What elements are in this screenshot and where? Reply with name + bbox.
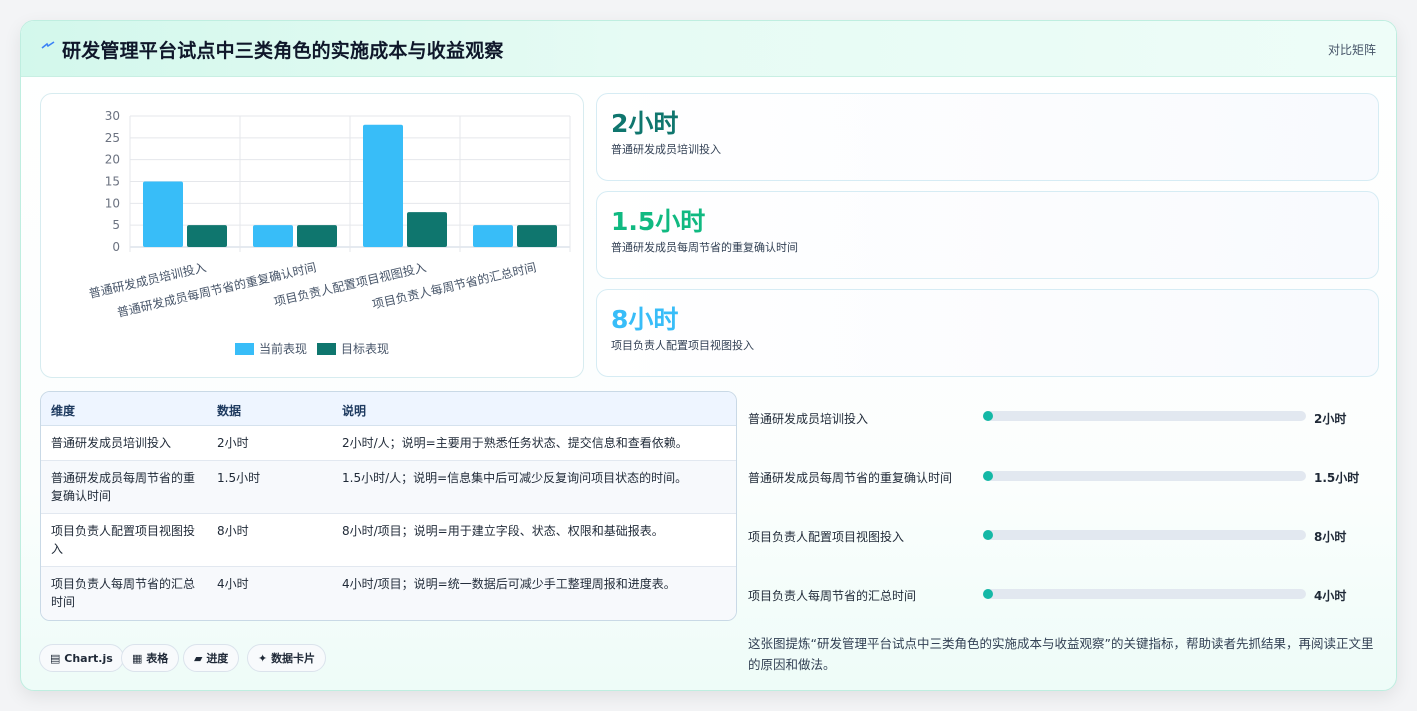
bar-target — [297, 225, 337, 247]
progress-track — [983, 471, 1306, 481]
matrix-label: 对比矩阵 — [1327, 43, 1376, 57]
progress-track — [983, 589, 1306, 599]
progress-track — [983, 530, 1306, 540]
stat-label: 普通研发成员每周节省的重复确认时间 — [611, 241, 798, 254]
column-header-note: 说明 — [342, 404, 367, 418]
progress-fill — [983, 530, 993, 540]
stat-value: 1.5小时 — [611, 207, 706, 236]
x-tick-label: 普通研发成员每周节省的重复确认时间 — [116, 259, 318, 320]
chip-table[interactable]: ▦ 表格 — [121, 644, 180, 672]
cell-dimension-line: 时间 — [51, 595, 76, 609]
column-header-data: 数据 — [217, 404, 242, 418]
progress-value: 2小时 — [1314, 412, 1347, 426]
cell-dimension-line: 入 — [51, 542, 64, 556]
progress-label: 项目负责人每周节省的汇总时间 — [748, 589, 917, 603]
summary-description: 这张图提炼“研发管理平台试点中三类角色的实施成本与收益观察”的关键指标，帮助读者… — [748, 636, 1374, 672]
chart-panel: 0 5 10 15 20 25 30 普通研发成员培训投入 普通研发成员每周节省的重复确认时间项… — [40, 93, 584, 378]
progress-fill — [983, 589, 993, 599]
progress-label: 项目负责人配置项目视图投入 — [748, 530, 905, 544]
cell-data: 2小时 — [217, 436, 249, 450]
cell-data: 1.5小时 — [217, 471, 261, 485]
cell-note: 2小时/人；说明=主要用于熟悉任务状态、提交信息和查看依赖。 — [342, 436, 688, 450]
bar-current — [473, 225, 513, 247]
cell-note: 4小时/项目；说明=统一数据后可减少手工整理周报和进度表。 — [342, 577, 676, 591]
cell-dimension-line: 普通研发成员每周节省的重 — [51, 471, 196, 485]
progress-label: 普通研发成员培训投入 — [748, 412, 869, 426]
chip-label: 进度 — [206, 652, 229, 665]
stat-card-training: 2小时 普通研发成员培训投入 — [596, 93, 1379, 181]
table-row: 项目负责人每周节省的汇总 时间 4小时 4小时/项目；说明=统一数据后可减少手工整… — [41, 567, 736, 620]
chip-label: 数据卡片 — [271, 652, 316, 665]
data-table: 维度 数据 说明 普通研发成员培训投入 2小时 2小时/人；说明=主要用于熟悉任… — [40, 391, 737, 621]
stat-card-view-config: 8小时 项目负责人配置项目视图投入 — [596, 289, 1379, 377]
stat-value: 8小时 — [611, 305, 679, 334]
cell-dimension-line: 项目负责人每周节省的汇总 — [51, 577, 196, 591]
y-tick-label: 25 — [105, 131, 120, 145]
chart-icon: ▤ — [50, 652, 61, 665]
legend-swatch — [235, 343, 254, 355]
page-title: 研发管理平台试点中三类角色的实施成本与收益观察 — [62, 40, 504, 62]
legend-label: 目标表现 — [341, 342, 389, 356]
cell-dimension: 项目负责人配置项目视图投入 — [51, 522, 195, 558]
cell-dimension-line: 复确认时间 — [51, 489, 112, 503]
stat-card-confirm-time: 1.5小时 普通研发成员每周节省的重复确认时间 — [596, 191, 1379, 279]
progress-label: 普通研发成员每周节省的重复确认时间 — [748, 471, 953, 485]
column-header-dimension: 维度 — [51, 404, 76, 418]
chip-label: 表格 — [146, 652, 169, 665]
folder-icon: ▰ — [194, 652, 203, 665]
card-header: 研发管理平台试点中三类角色的实施成本与收益观察 对比矩阵 — [21, 21, 1396, 77]
cell-dimension: 项目负责人每周节省的汇总 时间 — [51, 575, 195, 611]
dashboard-card: 研发管理平台试点中三类角色的实施成本与收益观察 对比矩阵 0 5 10 15 20 25 3… — [20, 20, 1397, 691]
y-tick-label: 30 — [105, 109, 120, 123]
progress-track — [983, 411, 1306, 421]
cell-note: 8小时/项目；说明=用于建立字段、状态、权限和基础报表。 — [342, 524, 664, 538]
sparkle-icon: ✦ — [258, 652, 268, 665]
y-tick-label: 5 — [112, 218, 120, 232]
stat-label: 项目负责人配置项目视图投入 — [611, 339, 754, 352]
lightning-icon — [41, 41, 55, 49]
table-icon: ▦ — [132, 652, 143, 665]
stat-value: 2小时 — [611, 109, 679, 138]
bar-target — [407, 212, 447, 247]
progress-value: 8小时 — [1314, 530, 1347, 544]
progress-value: 1.5小时 — [1314, 471, 1360, 485]
chip-data-cards[interactable]: ✦ 数据卡片 — [247, 644, 327, 672]
y-tick-label: 20 — [105, 153, 120, 167]
cell-note: 1.5小时/人；说明=信息集中后可减少反复询问项目状态的时间。 — [342, 471, 688, 485]
y-tick-label: 10 — [105, 196, 120, 210]
progress-fill — [983, 471, 993, 481]
cell-dimension-line: 项目负责人配置项目视图投 — [51, 524, 196, 538]
table-row: 普通研发成员每周节省的重 复确认时间 1.5小时 1.5小时/人；说明=信息集中后… — [41, 461, 736, 514]
legend-label: 当前表现 — [259, 341, 307, 356]
table-row: 普通研发成员培训投入 2小时 2小时/人；说明=主要用于熟悉任务状态、提交信息和… — [41, 426, 736, 461]
table-header: 维度 数据 说明 — [41, 392, 736, 426]
cell-dimension: 普通研发成员每周节省的重 复确认时间 — [51, 469, 195, 505]
y-tick-label: 15 — [105, 175, 120, 189]
chip-label: Chart.js — [64, 652, 113, 665]
progress-fill — [983, 411, 993, 421]
legend-swatch — [317, 343, 336, 355]
chip-progress[interactable]: ▰ 进度 — [183, 644, 240, 672]
bar-current — [253, 225, 293, 247]
stat-label: 普通研发成员培训投入 — [611, 143, 721, 156]
bar-current — [363, 124, 403, 247]
cell-dimension: 普通研发成员培训投入 — [51, 436, 172, 450]
bar-chart: 051015202530普通研发成员培训投入普通研发成员每周节省的重复确认时间项… — [87, 109, 571, 356]
progress-value: 4小时 — [1314, 589, 1347, 603]
bar-target — [517, 225, 557, 247]
table-row: 项目负责人配置项目视图投入 8小时 8小时/项目；说明=用于建立字段、状态、权限… — [41, 514, 736, 567]
bar-current — [143, 181, 183, 247]
bar-target — [187, 225, 227, 247]
cell-data: 4小时 — [217, 577, 249, 591]
cell-data: 8小时 — [217, 524, 249, 538]
y-tick-label: 0 — [112, 240, 120, 254]
chip-chartjs[interactable]: ▤ Chart.js — [39, 644, 124, 672]
